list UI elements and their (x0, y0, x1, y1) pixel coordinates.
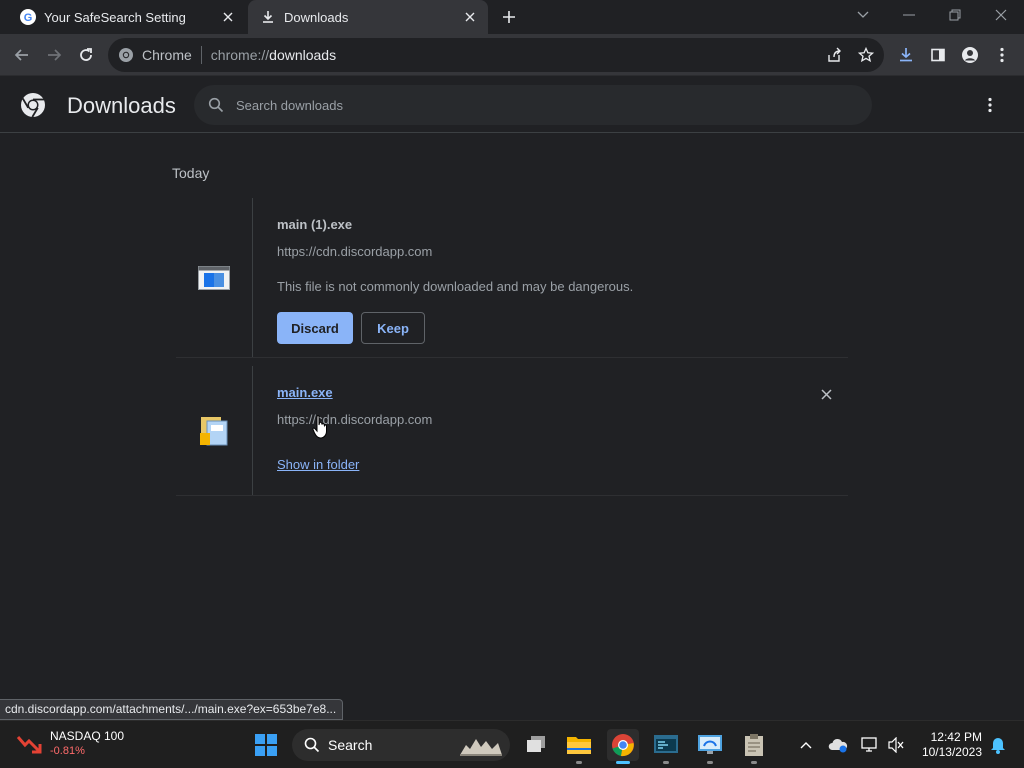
search-icon (196, 97, 236, 113)
tab-title: Your SafeSearch Setting (44, 9, 186, 25)
search-input[interactable] (236, 97, 836, 113)
clock-time: 12:42 PM (930, 730, 982, 744)
tab-downloads[interactable]: Downloads (248, 0, 488, 34)
forward-icon[interactable] (40, 41, 68, 69)
close-tab-icon[interactable] (218, 7, 238, 27)
close-tab-icon[interactable] (460, 7, 480, 27)
file-name-link[interactable]: main.exe (277, 385, 333, 400)
running-indicator (707, 761, 713, 764)
close-window-icon[interactable] (978, 0, 1024, 30)
more-actions-icon[interactable] (978, 93, 1002, 117)
url-host: downloads (269, 47, 337, 63)
taskbar-search[interactable]: Search (292, 729, 510, 761)
file-name: main (1).exe (277, 217, 353, 232)
hand-cursor-icon (312, 414, 330, 440)
downloads-header: Downloads (0, 76, 1024, 133)
windows-taskbar: NASDAQ 100 -0.81% Search 12:42 PM 10/13/… (0, 720, 1024, 768)
remote-desktop-icon[interactable] (694, 729, 726, 761)
running-indicator (576, 761, 582, 764)
file-source-url[interactable]: https://cdn.discordapp.com (277, 412, 432, 427)
clipboard-app-icon[interactable] (738, 729, 770, 761)
bookmark-star-icon[interactable] (852, 41, 880, 69)
share-icon[interactable] (820, 41, 848, 69)
danger-warning: This file is not commonly downloaded and… (277, 279, 634, 294)
back-icon[interactable] (8, 41, 36, 69)
keep-button[interactable]: Keep (361, 312, 425, 344)
chevron-up-icon[interactable] (790, 729, 822, 761)
widget-name: NASDAQ 100 (50, 729, 125, 743)
download-item: main (1).exe https://cdn.discordapp.com … (176, 198, 848, 358)
remove-download-icon[interactable] (816, 384, 836, 404)
chrome-chip-label: Chrome (142, 47, 192, 63)
file-icon-column (176, 198, 253, 357)
search-icon (304, 737, 320, 753)
onedrive-icon[interactable] (822, 729, 854, 761)
reload-icon[interactable] (72, 41, 100, 69)
side-panel-icon[interactable] (924, 41, 952, 69)
show-in-folder-link[interactable]: Show in folder (277, 457, 359, 472)
status-bubble: cdn.discordapp.com/attachments/.../main.… (0, 699, 344, 720)
omnibox-separator (200, 46, 202, 64)
volume-muted-icon[interactable] (880, 729, 912, 761)
profile-icon[interactable] (956, 41, 984, 69)
stock-trend-icon (16, 736, 42, 754)
download-icon (260, 9, 276, 25)
stock-widget[interactable]: NASDAQ 100 -0.81% (16, 729, 124, 759)
chrome-taskbar-icon[interactable] (607, 729, 639, 761)
tab-strip: G Your SafeSearch Setting Downloads (0, 0, 1024, 34)
minimize-icon[interactable] (886, 0, 932, 30)
browser-toolbar: Chrome chrome://downloads (0, 34, 1024, 76)
file-icon-column (176, 366, 253, 495)
widget-value: -0.81% (50, 745, 85, 757)
restore-icon[interactable] (932, 0, 978, 30)
taskbar-search-label: Search (328, 737, 373, 753)
address-bar[interactable]: Chrome chrome://downloads (108, 38, 884, 72)
discard-button[interactable]: Discard (277, 312, 353, 344)
exe-file-icon (198, 265, 230, 290)
chrome-menu-icon[interactable] (988, 41, 1016, 69)
chrome-chip[interactable]: Chrome (118, 47, 192, 63)
new-tab-button[interactable] (498, 6, 520, 28)
date-heading: Today (172, 165, 210, 181)
svg-text:G: G (24, 12, 33, 24)
file-source-url[interactable]: https://cdn.discordapp.com (277, 244, 432, 259)
task-view-icon[interactable] (520, 729, 552, 761)
running-indicator (751, 761, 757, 764)
windows-start-icon[interactable] (250, 729, 282, 761)
chrome-logo-icon (20, 92, 46, 118)
active-indicator (616, 761, 630, 764)
notification-bell-icon[interactable] (982, 729, 1014, 761)
clock-date: 10/13/2023 (921, 745, 982, 759)
search-highlight-icon (460, 739, 502, 756)
downloads-icon[interactable] (892, 41, 920, 69)
running-indicator (663, 761, 669, 764)
page-title: Downloads (67, 93, 176, 118)
tab-search-icon[interactable] (840, 0, 886, 30)
search-downloads[interactable] (194, 85, 872, 125)
exe-file-icon (200, 416, 228, 445)
terminal-app-icon[interactable] (650, 729, 682, 761)
url-scheme: chrome:// (210, 47, 270, 63)
chrome-icon (119, 48, 133, 62)
tab-safesearch[interactable]: G Your SafeSearch Setting (8, 0, 246, 34)
download-item: main.exe https://cdn.discordapp.com Show… (176, 366, 848, 496)
system-clock[interactable]: 12:42 PM 10/13/2023 (912, 730, 982, 760)
tab-title: Downloads (284, 9, 349, 25)
file-explorer-icon[interactable] (563, 729, 595, 761)
google-icon: G (20, 9, 36, 25)
